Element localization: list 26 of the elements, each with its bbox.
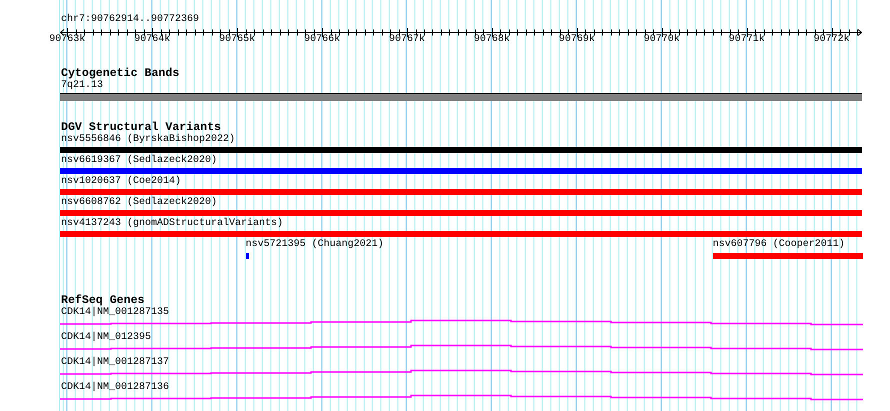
- ruler-label: 90767k: [389, 34, 426, 46]
- ruler-label: 90763k: [49, 34, 86, 46]
- ruler-label: 90766k: [304, 34, 340, 46]
- variant-label: nsv4137243 (gnomADStructuralVariants): [60, 218, 284, 230]
- ruler-label: 90772k: [814, 34, 850, 46]
- ruler-label: 90770k: [644, 34, 680, 46]
- gene-label: CDK14|NM_001287136: [60, 382, 170, 394]
- track-title: RefSeq Genes: [60, 295, 144, 307]
- variant-label: nsv1020637 (Coe2014): [60, 176, 182, 188]
- variant-label: nsv6608762 (Sedlazeck2020): [60, 197, 218, 209]
- gene-label: CDK14|NM_001287137: [60, 357, 170, 369]
- ruler-label: 90769k: [558, 34, 595, 46]
- ruler-label: 90765k: [219, 34, 256, 46]
- variant-label: nsv6619367 (Sedlazeck2020): [60, 155, 218, 167]
- location-text: chr7:90762914..90772369: [61, 14, 200, 26]
- gene-label: CDK14|NM_012395: [60, 332, 152, 344]
- band-label: 7q21.13: [60, 80, 104, 92]
- gene-label: CDK14|NM_001287135: [60, 307, 170, 319]
- variant-label: nsv5556846 (ByrskaBishop2022): [60, 134, 236, 146]
- track-title: Cytogenetic Bands: [60, 68, 180, 80]
- ruler-label: 90771k: [728, 34, 765, 46]
- variant-label: nsv5721395 (Chuang2021): [244, 239, 384, 251]
- track-title: DGV Structural Variants: [60, 122, 222, 134]
- ruler-label: 90764k: [134, 34, 170, 46]
- variant-label: nsv607796 (Cooper2011): [712, 239, 845, 251]
- ruler-label: 90768k: [474, 34, 510, 46]
